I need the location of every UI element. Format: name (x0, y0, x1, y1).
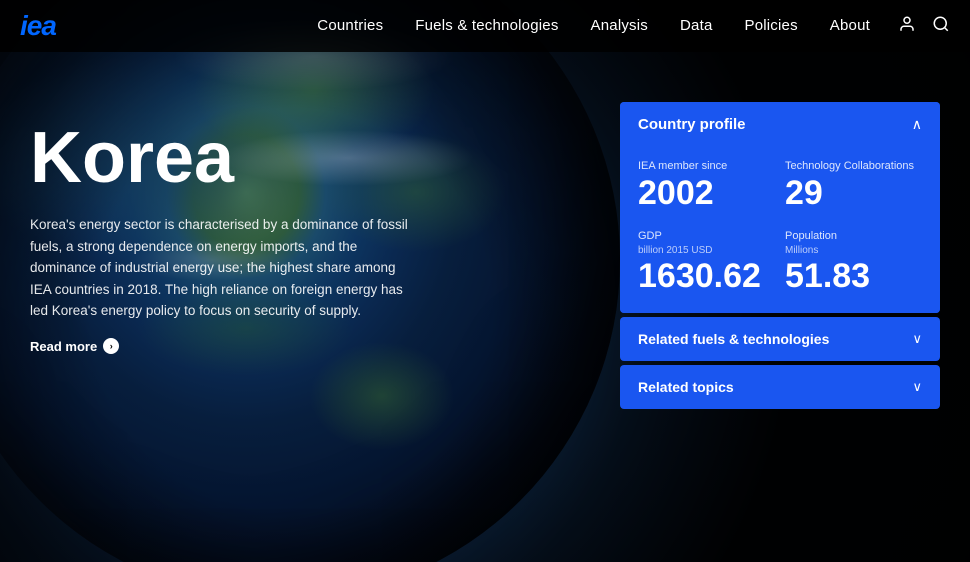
stat-label-gdp: GDP (638, 229, 775, 243)
stat-sublabel-gdp: billion 2015 USD (638, 245, 775, 256)
stat-iea-member: IEA member since 2002 (638, 159, 775, 213)
read-more-link[interactable]: Read more › (30, 338, 119, 355)
user-icon[interactable] (898, 15, 916, 38)
nav-links: Countries Fuels & technologies Analysis Dat… (317, 17, 870, 35)
navbar: iea Countries Fuels & technologies Analysi… (0, 0, 970, 52)
stat-gdp: GDP billion 2015 USD 1630.62 (638, 229, 775, 296)
nav-link-data[interactable]: Data (680, 17, 713, 34)
profile-chevron-up-icon: ∧ (912, 116, 922, 133)
nav-link-analysis[interactable]: Analysis (591, 17, 648, 34)
country-profile-header[interactable]: Country profile ∧ (620, 102, 940, 147)
nav-link-fuels[interactable]: Fuels & technologies (415, 17, 558, 34)
accordion-title-topics-accordion: Related topics (638, 379, 734, 395)
stats-grid: IEA member since 2002 Technology Collabora… (638, 159, 922, 295)
topics-chevron-down-icon: ∨ (912, 379, 922, 395)
topics-accordion-item: Related topics ∨ (620, 365, 940, 409)
stat-value-iea-member: 2002 (638, 175, 775, 212)
logo-text: iea (20, 10, 56, 42)
country-description: Korea's energy sector is characterised b… (30, 214, 410, 322)
stat-label-tech-collab: Technology Collaborations (785, 159, 922, 173)
fuels-accordion-item: Related fuels & technologies ∨ (620, 317, 940, 361)
logo[interactable]: iea (20, 10, 56, 42)
stat-value-population: 51.83 (785, 258, 922, 295)
topics-accordion-header[interactable]: Related topics ∨ (620, 365, 940, 409)
country-profile-title: Country profile (638, 116, 746, 133)
stat-label-population: Population (785, 229, 922, 243)
country-title: Korea (30, 122, 450, 194)
accordion-title-fuels-accordion: Related fuels & technologies (638, 331, 829, 347)
nav-link-about[interactable]: About (830, 17, 870, 34)
left-content: Korea Korea's energy sector is character… (30, 92, 450, 356)
stat-population: Population Millions 51.83 (785, 229, 922, 296)
stat-value-gdp: 1630.62 (638, 258, 775, 295)
fuels-chevron-down-icon: ∨ (912, 331, 922, 347)
country-profile-card: Country profile ∧ IEA member since 2002 Te… (620, 102, 940, 313)
fuels-accordion-header[interactable]: Related fuels & technologies ∨ (620, 317, 940, 361)
nav-link-countries[interactable]: Countries (317, 17, 383, 34)
right-panel: Country profile ∧ IEA member since 2002 Te… (620, 102, 940, 413)
stat-tech-collab: Technology Collaborations 29 (785, 159, 922, 213)
country-profile-body: IEA member since 2002 Technology Collabora… (620, 147, 940, 313)
stat-value-tech-collab: 29 (785, 175, 922, 212)
stat-sublabel-population: Millions (785, 245, 922, 256)
read-more-arrow-icon: › (103, 338, 119, 354)
search-icon[interactable] (932, 15, 950, 38)
stat-label-iea-member: IEA member since (638, 159, 775, 173)
main-content: Korea Korea's energy sector is character… (0, 52, 970, 562)
nav-link-policies[interactable]: Policies (745, 17, 798, 34)
nav-icons (898, 15, 950, 38)
